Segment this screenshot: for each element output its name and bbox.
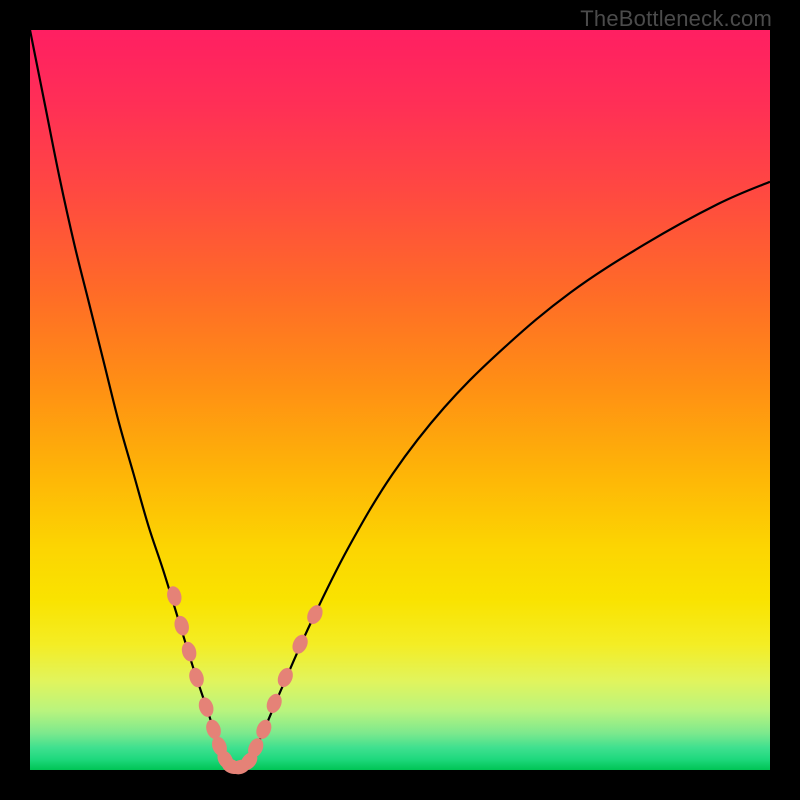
plot-area <box>30 30 770 770</box>
right-branch-curve <box>245 182 770 767</box>
watermark-label: TheBottleneck.com <box>580 6 772 32</box>
near-optimal-marker <box>187 666 206 689</box>
near-optimal-marker <box>196 695 216 718</box>
near-optimal-marker <box>264 691 285 715</box>
left-branch-curve <box>30 30 230 766</box>
near-optimal-marker <box>254 717 275 741</box>
near-optimal-marker <box>172 614 191 637</box>
near-optimal-marker <box>275 666 296 690</box>
near-optimal-marker <box>304 603 325 627</box>
near-optimal-marker <box>180 640 199 663</box>
marker-group <box>165 585 326 777</box>
curve-layer <box>30 30 770 770</box>
chart-frame: TheBottleneck.com <box>0 0 800 800</box>
near-optimal-marker <box>290 632 311 656</box>
